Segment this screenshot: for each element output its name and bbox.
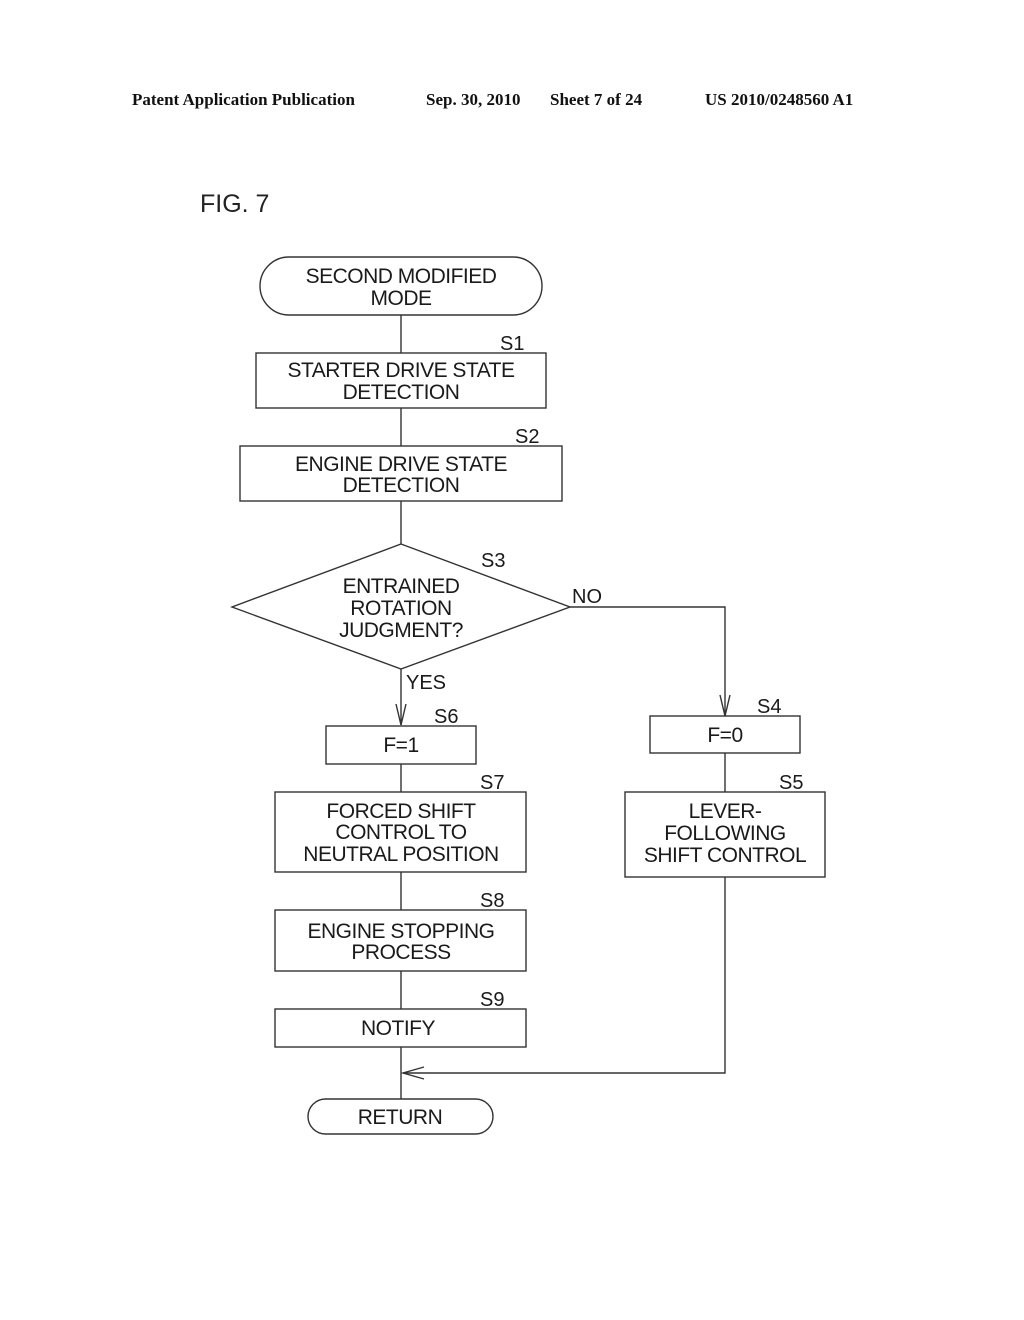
connector-s3-s4-no [570,606,726,716]
s2-line-2: DETECTION [343,474,460,497]
s7-line-2: CONTROL TO [335,821,466,844]
flowchart: SECOND MODIFIED MODE STARTER DRIVE STATE… [229,256,826,1135]
return-label: RETURN [358,1106,443,1129]
s8-line-1: ENGINE STOPPING [308,920,495,943]
s3-line-3: JUDGMENT? [339,619,463,642]
s5-line-3: SHIFT CONTROL [644,844,806,867]
s1-line-1: STARTER DRIVE STATE [288,359,515,382]
step-s3-decision: ENTRAINED ROTATION JUDGMENT? S3 NO YES [229,543,602,694]
s3-line-2: ROTATION [350,597,451,620]
return-terminal: RETURN [307,1098,494,1135]
s7-line-3: NEUTRAL POSITION [303,843,498,866]
s6-line-1: F=1 [383,734,418,757]
s9-step-label: S9 [480,989,504,1011]
s4-step-label: S4 [757,696,781,718]
s5-line-2: FOLLOWING [664,822,786,845]
s7-line-1: FORCED SHIFT [326,800,476,823]
s3-line-1: ENTRAINED [343,575,460,598]
s8-line-2: PROCESS [351,941,451,964]
s7-step-label: S7 [480,772,504,794]
s9-line-1: NOTIFY [361,1017,435,1040]
s6-step-label: S6 [434,706,458,728]
s2-step-label: S2 [515,426,539,448]
s5-step-label: S5 [779,772,803,794]
s5-line-1: LEVER- [689,800,762,823]
start-line-2: MODE [371,287,432,310]
s3-yes-label: YES [406,672,446,694]
start-terminal: SECOND MODIFIED MODE [259,256,543,316]
s8-step-label: S8 [480,890,504,912]
start-line-1: SECOND MODIFIED [306,265,497,288]
s3-no-label: NO [572,586,602,608]
s2-line-1: ENGINE DRIVE STATE [295,453,507,476]
s4-line-1: F=0 [707,724,742,747]
s1-line-2: DETECTION [343,381,460,404]
s1-step-label: S1 [500,333,524,355]
s3-step-label: S3 [481,550,505,572]
